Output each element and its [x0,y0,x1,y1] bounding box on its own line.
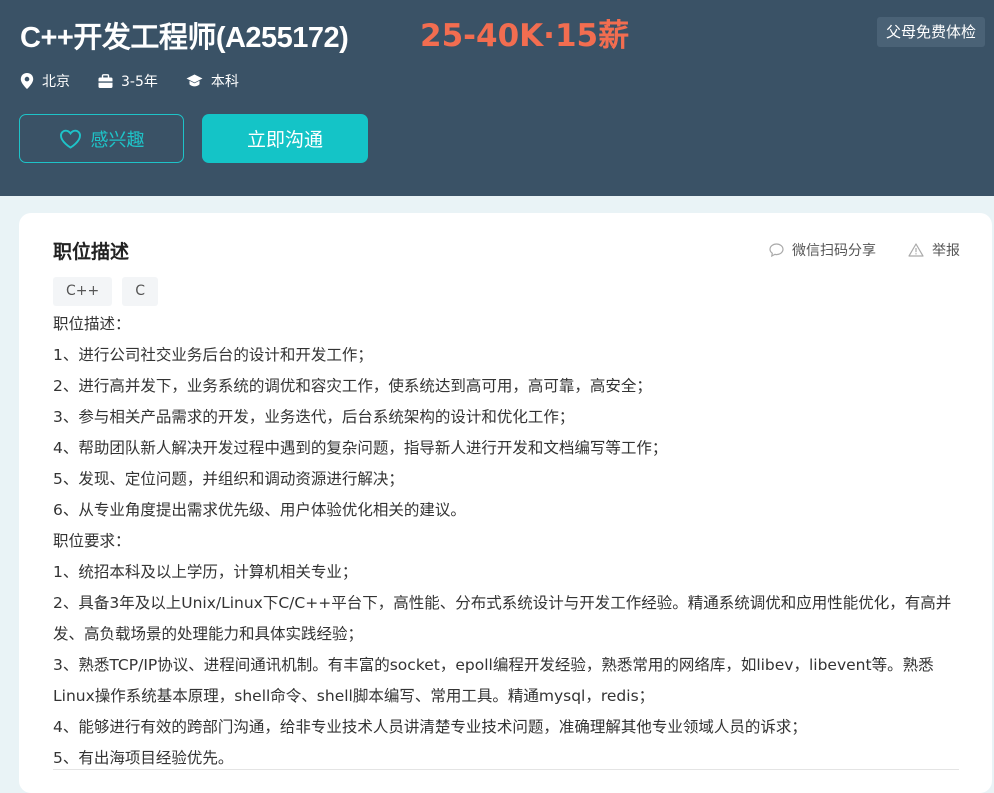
job-meta: 北京 3-5年 本科 [20,70,267,92]
job-description-card: 职位描述 微信扫码分享 举报 C++ C 职位描述： 1、进行公司社交业务后台的… [19,213,992,793]
chat-now-button-label: 立即沟通 [246,129,323,151]
skill-tags: C++ C [53,277,168,306]
chat-bubble-icon [769,243,784,257]
skill-tag: C++ [53,277,113,306]
meta-education-label: 本科 [210,74,239,90]
description-line: 职位描述： [53,315,131,333]
warning-icon [908,243,924,257]
card-actions: 微信扫码分享 举报 [737,240,960,260]
description-line: 4、帮助团队新人解决开发过程中遇到的复杂问题，指导新人进行开发和文档编写等工作； [53,439,668,457]
meta-education: 本科 [186,71,239,91]
meta-experience: 3-5年 [98,71,158,91]
heart-icon [59,129,81,149]
job-title: C++开发工程师(A255172) [20,22,349,54]
skill-tag: C [122,277,159,306]
report-link[interactable]: 举报 [908,240,960,260]
divider [53,769,959,770]
meta-experience-label: 3-5年 [121,74,158,90]
graduation-cap-icon [186,74,203,87]
location-pin-icon [20,73,34,89]
job-header: C++开发工程师(A255172) 25-40K·15薪 父母免费体检 北京 3… [0,0,994,196]
chat-now-button[interactable]: 立即沟通 [202,114,368,163]
salary: 25-40K·15薪 [420,18,630,54]
section-title: 职位描述 [53,241,130,263]
description-line: 6、从专业角度提出需求优先级、用户体验优化相关的建议。 [53,501,466,519]
wechat-share-label: 微信扫码分享 [792,243,876,259]
interest-button-label: 感兴趣 [90,129,145,151]
description-line: 1、统招本科及以上学历，计算机相关专业； [53,563,358,581]
wechat-share-link[interactable]: 微信扫码分享 [769,240,876,260]
description-line: 3、熟悉TCP/IP协议、进程间通讯机制。有丰富的socket，epoll编程开… [53,656,934,705]
description-line: 3、参与相关产品需求的开发，业务迭代，后台系统架构的设计和优化工作； [53,408,575,426]
job-description-text: 职位描述： 1、进行公司社交业务后台的设计和开发工作； 2、进行高并发下，业务系… [53,309,963,774]
report-label: 举报 [932,243,960,259]
description-line: 4、能够进行有效的跨部门沟通，给非专业技术人员讲清楚专业技术问题，准确理解其他专… [53,718,807,736]
meta-city-label: 北京 [42,74,70,90]
description-line: 5、发现、定位问题，并组织和调动资源进行解决； [53,470,404,488]
interest-button[interactable]: 感兴趣 [19,114,184,163]
description-line: 2、进行高并发下，业务系统的调优和容灾工作，使系统达到高可用，高可靠，高安全； [53,377,652,395]
description-line: 2、具备3年及以上Unix/Linux下C/C++平台下，高性能、分布式系统设计… [53,594,952,643]
description-line: 1、进行公司社交业务后台的设计和开发工作； [53,346,373,364]
description-line: 职位要求： [53,532,131,550]
meta-city: 北京 [20,71,70,91]
briefcase-icon [98,73,113,88]
benefit-tag: 父母免费体检 [876,17,985,47]
